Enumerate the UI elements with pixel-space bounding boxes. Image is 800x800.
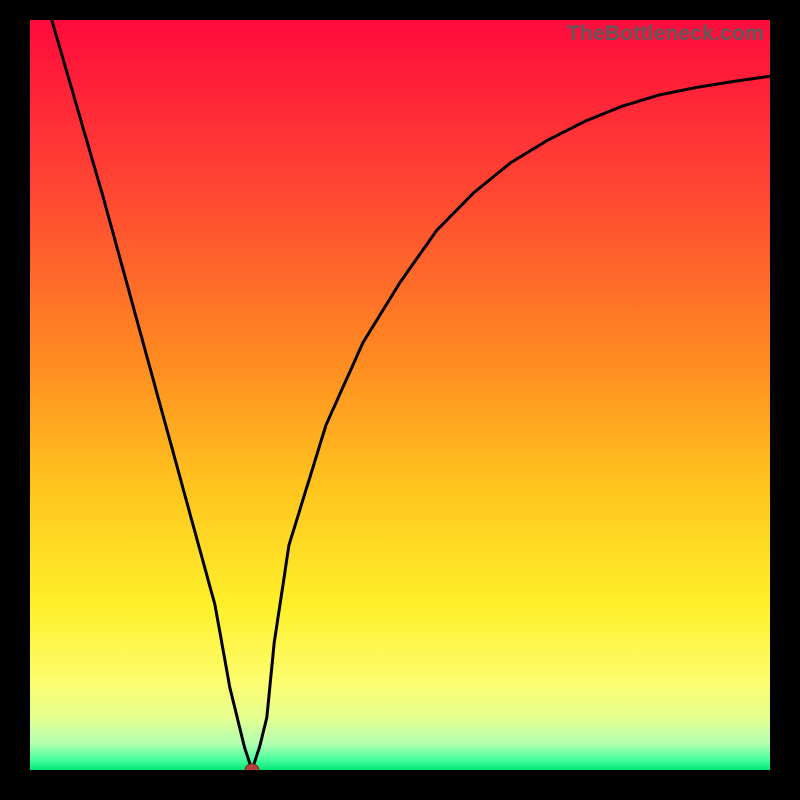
bottleneck-chart (30, 20, 770, 770)
gradient-background (30, 20, 770, 770)
watermark-label: TheBottleneck.com (567, 22, 764, 46)
chart-frame: TheBottleneck.com (30, 20, 770, 770)
